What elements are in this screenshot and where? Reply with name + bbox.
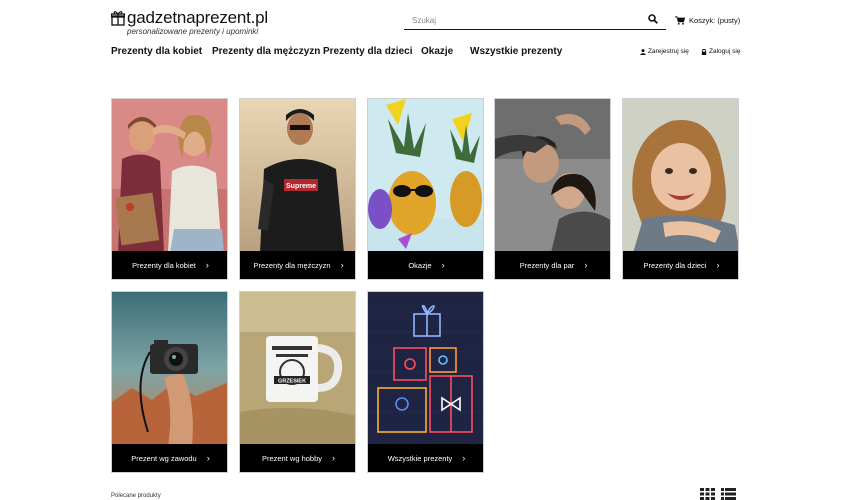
child-photo (623, 99, 738, 253)
pineapples-photo (368, 99, 483, 253)
category-tile-couples[interactable]: Prezenty dla par › (494, 98, 611, 280)
tile-bar: Prezenty dla par › (495, 251, 610, 279)
grid-view-icon[interactable] (700, 488, 715, 500)
category-tile-occasions[interactable]: Okazje › (367, 98, 484, 280)
register-link[interactable]: Zarejestruj się (640, 48, 689, 55)
couple-lying-photo (495, 99, 610, 253)
tile-bar: Wszystkie prezenty › (368, 444, 483, 472)
cart-icon (675, 15, 685, 25)
couple-photo (112, 99, 227, 253)
tile-label: Prezenty dla kobiet (132, 260, 196, 270)
tile-bar: Prezent wg zawodu › (112, 444, 227, 472)
list-view-icon[interactable] (721, 488, 736, 500)
lock-icon (701, 48, 707, 55)
chevron-right-icon: › (206, 453, 210, 463)
login-link[interactable]: Zaloguj się (701, 48, 740, 55)
nav-item-men[interactable]: Prezenty dla mężczyzn (212, 46, 320, 57)
tile-bar: Prezenty dla kobiet › (112, 251, 227, 279)
register-label: Zarejestruj się (648, 48, 689, 55)
search-bar (404, 10, 666, 30)
login-label: Zaloguj się (709, 48, 741, 55)
gift-logo-icon (111, 11, 125, 26)
nav-item-occasions[interactable]: Okazje (421, 46, 453, 57)
nav-item-kids[interactable]: Prezenty dla dzieci (323, 46, 412, 57)
chevron-right-icon: › (462, 453, 466, 463)
tile-label: Prezenty dla mężczyzn (253, 260, 331, 270)
camera-photo (112, 292, 227, 446)
nav-item-women[interactable]: Prezenty dla kobiet (111, 46, 202, 57)
logo[interactable]: gadzetnaprezent.pl personalizowane preze… (111, 8, 268, 38)
tile-bar: Okazje › (368, 251, 483, 279)
category-tile-hobby[interactable]: GRZESIEK Prezent wg hobby › (239, 291, 356, 473)
cart-label: Koszyk: (pusty) (689, 15, 741, 25)
logo-text: gadzetnaprezent.pl (127, 8, 269, 27)
tile-label: Okazje (408, 260, 432, 270)
tile-label: Wszystkie prezenty (387, 453, 453, 463)
search-icon[interactable] (648, 14, 658, 24)
tile-label: Prezent wg hobby (261, 453, 323, 463)
chevron-right-icon: › (441, 260, 445, 270)
chevron-right-icon: › (340, 260, 344, 270)
category-tile-women[interactable]: Prezenty dla kobiet › (111, 98, 228, 280)
tile-label: Prezenty dla par (519, 260, 575, 270)
category-tile-all[interactable]: Wszystkie prezenty › (367, 291, 484, 473)
tile-bar: Prezenty dla dzieci › (623, 251, 738, 279)
search-input[interactable] (404, 11, 642, 30)
shirt-print: Supreme (286, 183, 316, 190)
mug-photo: GRZESIEK (240, 292, 355, 446)
tile-bar: Prezenty dla mężczyzn › (240, 251, 355, 279)
chevron-right-icon: › (332, 453, 336, 463)
category-tile-men[interactable]: Supreme Prezenty dla mężczyzn › (239, 98, 356, 280)
recommended-products-label: Polecane produkty (111, 493, 161, 499)
user-icon (640, 48, 646, 55)
category-tile-kids[interactable]: Prezenty dla dzieci › (622, 98, 739, 280)
tile-label: Prezenty dla dzieci (643, 260, 707, 270)
cart-link[interactable]: Koszyk: (pusty) (675, 14, 740, 26)
category-tile-profession[interactable]: Prezent wg zawodu › (111, 291, 228, 473)
man-photo: Supreme (240, 99, 355, 253)
tile-bar: Prezent wg hobby › (240, 444, 355, 472)
chevron-right-icon: › (716, 260, 720, 270)
chevron-right-icon: › (205, 260, 209, 270)
mug-print: GRZESIEK (278, 379, 306, 385)
chevron-right-icon: › (584, 260, 588, 270)
nav-item-all[interactable]: Wszystkie prezenty (470, 46, 562, 57)
logo-tagline: personalizowane prezenty i upominki (127, 27, 259, 36)
neon-gifts-image (368, 292, 483, 446)
tile-label: Prezent wg zawodu (131, 453, 197, 463)
